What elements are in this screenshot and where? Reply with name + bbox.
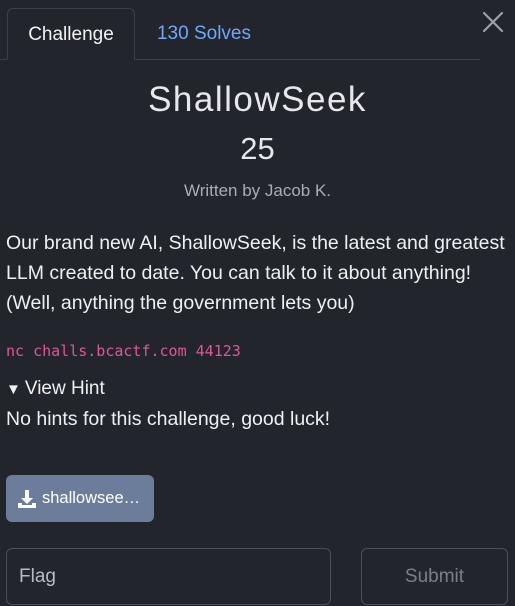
download-file-button[interactable]: shallowsee… (6, 475, 154, 522)
tab-challenge[interactable]: Challenge (7, 8, 135, 60)
hint-text: No hints for this challenge, good luck! (6, 408, 331, 430)
view-hint-toggle[interactable]: ▼ View Hint (6, 378, 105, 400)
challenge-title: ShallowSeek (148, 80, 367, 119)
triangle-down-icon: ▼ (6, 381, 21, 398)
tab-bar: Challenge 130 Solves (0, 0, 480, 60)
view-hint-label: View Hint (24, 378, 105, 399)
challenge-author: Written by Jacob K. (183, 181, 332, 200)
connection-command: nc challs.bcactf.com 44123 (6, 342, 241, 360)
challenge-modal: Challenge 130 Solves ShallowSeek 25 Writ… (0, 0, 515, 606)
close-button[interactable] (481, 10, 505, 34)
download-icon (18, 489, 36, 508)
file-name: shallowsee… (42, 489, 141, 507)
submit-button[interactable]: Submit (361, 548, 508, 605)
flag-input[interactable] (6, 548, 331, 605)
close-icon (482, 11, 504, 33)
challenge-description: Our brand new AI, ShallowSeek, is the la… (6, 232, 505, 314)
challenge-points: 25 (240, 131, 275, 166)
tab-solves[interactable]: 130 Solves (142, 8, 266, 59)
